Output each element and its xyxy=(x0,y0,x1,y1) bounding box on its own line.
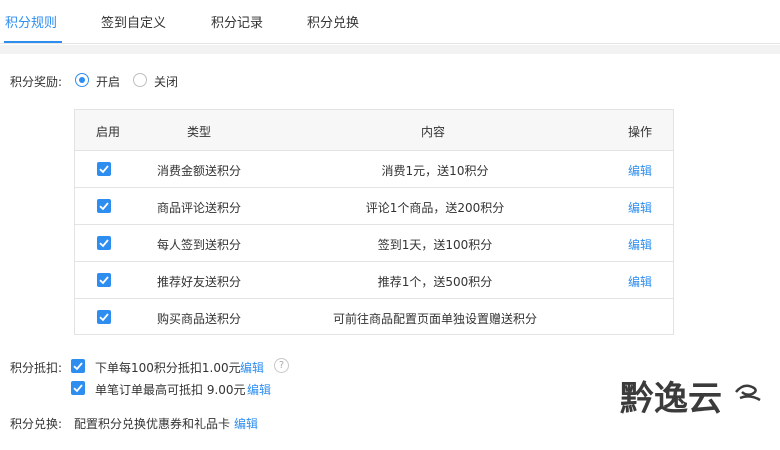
active-tab-indicator xyxy=(4,41,62,43)
row-type: 商品评论送积分 xyxy=(157,201,242,215)
header-action: 操作 xyxy=(628,125,653,139)
row-content: 签到1天，送100积分 xyxy=(377,238,493,252)
row-type: 消费金额送积分 xyxy=(157,164,242,178)
row-enabled-checkbox[interactable] xyxy=(97,273,111,287)
exchange-edit-link[interactable]: 编辑 xyxy=(234,415,258,432)
row-edit-link[interactable]: 编辑 xyxy=(628,162,652,179)
tab-points-rules[interactable]: 积分规则 xyxy=(5,12,57,31)
row-content: 推荐1个，送500积分 xyxy=(377,275,493,289)
row-content: 评论1个商品，送200积分 xyxy=(365,201,505,215)
tab-bar: 积分规则 签到自定义 积分记录 积分兑换 xyxy=(0,0,780,44)
tab-checkin-custom[interactable]: 签到自定义 xyxy=(101,12,166,31)
table-row: 推荐好友送积分 推荐1个，送500积分 编辑 xyxy=(75,262,673,299)
tab-points-exchange[interactable]: 积分兑换 xyxy=(307,12,359,31)
points-rules-table: 启用 类型 内容 操作 消费金额送积分 消费1元，送10积分 编辑 商品评论送积… xyxy=(74,109,674,335)
deduction-rule2-checkbox[interactable] xyxy=(71,381,85,395)
header-content: 内容 xyxy=(421,125,446,139)
exchange-text: 配置积分兑换优惠券和礼品卡 xyxy=(74,417,231,431)
watermark-logo: 黔逸云 xyxy=(618,372,768,420)
row-content: 消费1元，送10积分 xyxy=(381,164,489,178)
divider-band xyxy=(0,45,780,54)
reward-on-label[interactable]: 开启 xyxy=(96,73,120,90)
row-type: 购买商品送积分 xyxy=(157,312,242,326)
row-type: 推荐好友送积分 xyxy=(157,275,242,289)
row-enabled-checkbox[interactable] xyxy=(97,236,111,250)
table-header: 启用 类型 内容 操作 xyxy=(75,110,673,151)
row-type: 每人签到送积分 xyxy=(157,238,242,252)
exchange-label: 积分兑换: xyxy=(10,417,63,431)
table-row: 消费金额送积分 消费1元，送10积分 编辑 xyxy=(75,151,673,188)
deduction-rule2-text: 单笔订单最高可抵扣 9.00元 xyxy=(95,383,246,397)
row-edit-link[interactable]: 编辑 xyxy=(628,199,652,216)
deduction-rule1-edit-link[interactable]: 编辑 xyxy=(240,359,264,376)
row-edit-link[interactable]: 编辑 xyxy=(628,236,652,253)
header-enabled: 启用 xyxy=(96,125,121,139)
row-content: 可前往商品配置页面单独设置赠送积分 xyxy=(332,312,537,326)
row-edit-link[interactable]: 编辑 xyxy=(628,273,652,290)
reward-off-radio[interactable] xyxy=(133,73,147,87)
header-type: 类型 xyxy=(187,125,212,139)
reward-on-radio[interactable] xyxy=(75,73,89,87)
deduction-rule1-text: 下单每100积分抵扣1.00元 xyxy=(95,361,241,375)
reward-off-label[interactable]: 关闭 xyxy=(154,73,178,90)
deduction-rule1-checkbox[interactable] xyxy=(71,359,85,373)
help-icon[interactable]: ? xyxy=(274,358,289,373)
tab-points-records[interactable]: 积分记录 xyxy=(211,12,263,31)
row-enabled-checkbox[interactable] xyxy=(97,199,111,213)
deduction-label: 积分抵扣: xyxy=(10,361,63,375)
row-enabled-checkbox[interactable] xyxy=(97,162,111,176)
table-row: 商品评论送积分 评论1个商品，送200积分 编辑 xyxy=(75,188,673,225)
reward-label: 积分奖励: xyxy=(10,75,63,89)
deduction-rule2-edit-link[interactable]: 编辑 xyxy=(247,381,271,398)
table-row: 购买商品送积分 可前往商品配置页面单独设置赠送积分 xyxy=(75,299,673,336)
watermark-text: 黔逸云 xyxy=(620,379,722,419)
row-enabled-checkbox[interactable] xyxy=(97,310,111,324)
table-row: 每人签到送积分 签到1天，送100积分 编辑 xyxy=(75,225,673,262)
